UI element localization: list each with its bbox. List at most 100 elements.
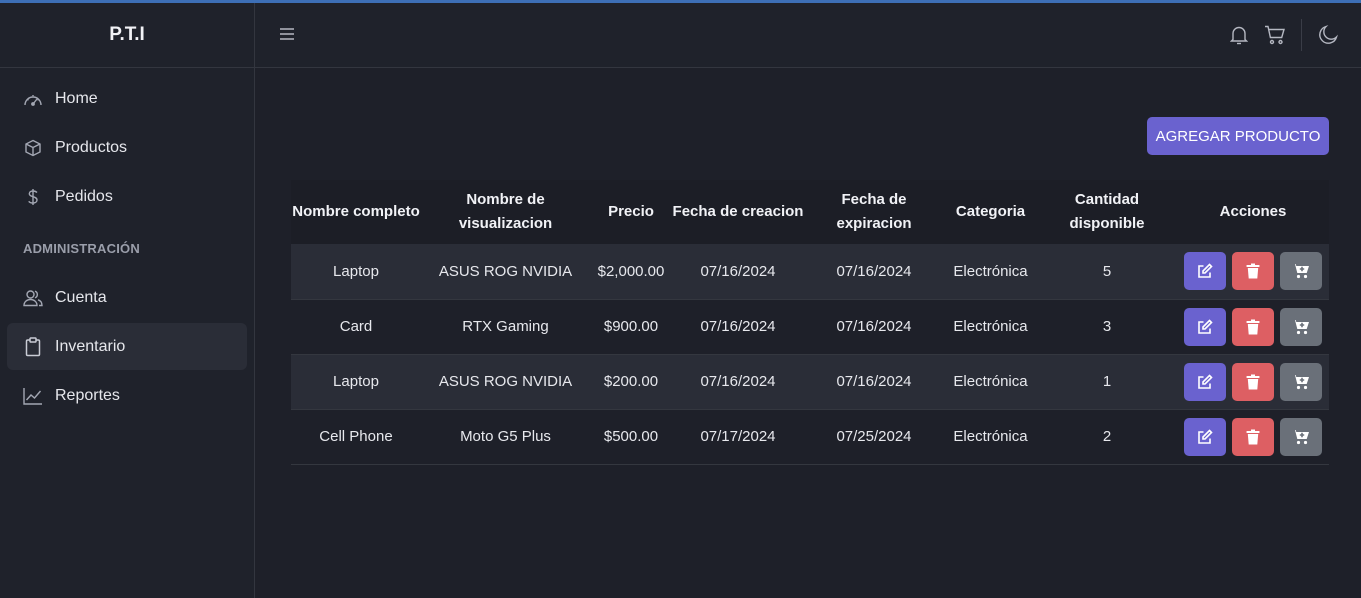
- cell-visualizacion: RTX Gaming: [462, 318, 549, 335]
- sidebar-item-cuenta[interactable]: Cuenta: [7, 274, 247, 321]
- delete-button[interactable]: [1232, 307, 1274, 346]
- cell-nombre: Laptop: [333, 262, 379, 280]
- row-actions: [1177, 417, 1329, 456]
- sidebar-item-productos[interactable]: Productos: [7, 124, 247, 171]
- edit-icon: [1198, 318, 1213, 334]
- column-header: Fecha de creacion: [672, 203, 804, 220]
- edit-icon: [1198, 263, 1213, 279]
- cell-nombre: Laptop: [333, 373, 379, 390]
- sidebar-item-label: Pedidos: [55, 187, 113, 205]
- sidebar-item-label: Home: [55, 89, 98, 107]
- top-bar-actions: [1228, 19, 1339, 51]
- dollar-icon: [23, 187, 43, 207]
- add-product-button[interactable]: AGREGAR PRODUCTO: [1147, 117, 1329, 155]
- edit-button[interactable]: [1184, 362, 1226, 401]
- cell-acciones: [1177, 354, 1329, 409]
- edit-button[interactable]: [1184, 252, 1226, 291]
- cell-categoria: Electrónica: [953, 373, 1028, 390]
- cell-fecha-expiracion: 07/16/2024: [836, 318, 912, 335]
- cell-categoria: Electrónica: [953, 428, 1028, 445]
- delete-button[interactable]: [1232, 252, 1274, 291]
- cell-precio: $900.00: [603, 318, 659, 335]
- sidebar-section-heading: ADMINISTRACIÓN: [23, 241, 140, 256]
- sidebar-item-label: Inventario: [55, 337, 126, 355]
- edit-icon: [1198, 428, 1213, 444]
- add-to-cart-button[interactable]: [1280, 252, 1322, 291]
- trash-icon: [1246, 374, 1260, 389]
- sidebar-item-inventario[interactable]: Inventario: [7, 323, 247, 370]
- row-actions: [1177, 307, 1329, 346]
- trash-icon: [1246, 319, 1260, 334]
- add-to-cart-button[interactable]: [1280, 307, 1322, 346]
- cell-fecha-expiracion: 07/25/2024: [836, 428, 912, 445]
- column-header: Precio: [608, 203, 654, 220]
- sidebar-item-reportes[interactable]: Reportes: [7, 372, 247, 419]
- table-row: Laptop ASUS ROG NVIDIA $200.00 07/16/202…: [291, 354, 1329, 409]
- add-to-cart-button[interactable]: [1280, 417, 1322, 456]
- inventory-table: Nombre completo Nombre de visualizacion …: [291, 180, 1329, 465]
- sidebar-item-pedidos[interactable]: Pedidos: [7, 173, 247, 220]
- trash-icon: [1246, 263, 1260, 279]
- cell-cantidad: 1: [1102, 373, 1112, 390]
- cell-cantidad: 2: [1102, 428, 1112, 445]
- delete-button[interactable]: [1232, 417, 1274, 456]
- table-header-row: Nombre completo Nombre de visualizacion …: [291, 180, 1329, 244]
- cell-visualizacion: ASUS ROG NVIDIA: [438, 373, 573, 390]
- cart-icon[interactable]: [1264, 24, 1286, 46]
- row-actions: [1177, 362, 1329, 401]
- edit-button[interactable]: [1184, 417, 1226, 456]
- table-body: Laptop ASUS ROG NVIDIA $2,000.00 07/16/2…: [291, 244, 1329, 464]
- cell-visualizacion: Moto G5 Plus: [460, 428, 551, 445]
- clipboard-icon: [23, 336, 43, 357]
- cell-acciones: [1177, 409, 1329, 464]
- column-header: Nombre completo: [292, 203, 420, 220]
- cell-categoria: Electrónica: [953, 262, 1028, 280]
- cell-nombre: Cell Phone: [319, 428, 393, 445]
- table-row: Laptop ASUS ROG NVIDIA $2,000.00 07/16/2…: [291, 244, 1329, 299]
- column-header: Nombre de visualizacion: [458, 191, 553, 232]
- cell-visualizacion: ASUS ROG NVIDIA: [438, 262, 573, 280]
- cell-acciones: [1177, 244, 1329, 299]
- cell-fecha-creacion: 07/17/2024: [700, 428, 776, 445]
- cell-fecha-creacion: 07/16/2024: [700, 262, 776, 280]
- chart-line-icon: [23, 386, 43, 406]
- column-header: Fecha de expiracion: [836, 191, 912, 232]
- cart-plus-icon: [1292, 429, 1309, 444]
- box-icon: [23, 138, 43, 158]
- add-to-cart-button[interactable]: [1280, 362, 1322, 401]
- cell-precio: $500.00: [603, 428, 659, 445]
- cell-precio: $200.00: [603, 373, 659, 390]
- cell-categoria: Electrónica: [953, 318, 1028, 335]
- bell-icon[interactable]: [1228, 24, 1250, 46]
- menu-icon[interactable]: [279, 26, 295, 42]
- sidebar: P.T.I Home Productos Pedidos ADMINISTRAC…: [0, 3, 255, 598]
- edit-button[interactable]: [1184, 307, 1226, 346]
- table-row: Card RTX Gaming $900.00 07/16/2024 07/16…: [291, 299, 1329, 354]
- cell-fecha-expiracion: 07/16/2024: [836, 373, 912, 390]
- users-icon: [23, 288, 43, 308]
- cell-cantidad: 5: [1102, 262, 1112, 280]
- column-header: Categoria: [955, 203, 1026, 220]
- cart-plus-icon: [1292, 264, 1309, 279]
- table-row: Cell Phone Moto G5 Plus $500.00 07/17/20…: [291, 409, 1329, 464]
- sidebar-item-label: Productos: [55, 138, 128, 156]
- cell-nombre: Card: [339, 318, 373, 335]
- top-bar: [255, 3, 1361, 68]
- sidebar-item-label: Reportes: [55, 386, 120, 404]
- cell-precio: $2,000.00: [597, 262, 665, 280]
- column-header: Acciones: [1219, 203, 1287, 220]
- brand-logo[interactable]: P.T.I: [0, 3, 254, 68]
- cell-fecha-creacion: 07/16/2024: [700, 373, 776, 390]
- cell-fecha-expiracion: 07/16/2024: [836, 262, 912, 280]
- sidebar-item-home[interactable]: Home: [7, 75, 247, 122]
- sidebar-item-label: Cuenta: [55, 288, 107, 306]
- trash-icon: [1246, 429, 1260, 444]
- moon-icon[interactable]: [1317, 24, 1339, 46]
- top-bar-divider: [1301, 19, 1302, 51]
- cell-fecha-creacion: 07/16/2024: [700, 318, 776, 335]
- column-header: Cantidad disponible: [1069, 191, 1145, 232]
- cart-plus-icon: [1292, 319, 1309, 334]
- cell-acciones: [1177, 299, 1329, 354]
- delete-button[interactable]: [1232, 362, 1274, 401]
- edit-icon: [1198, 373, 1213, 389]
